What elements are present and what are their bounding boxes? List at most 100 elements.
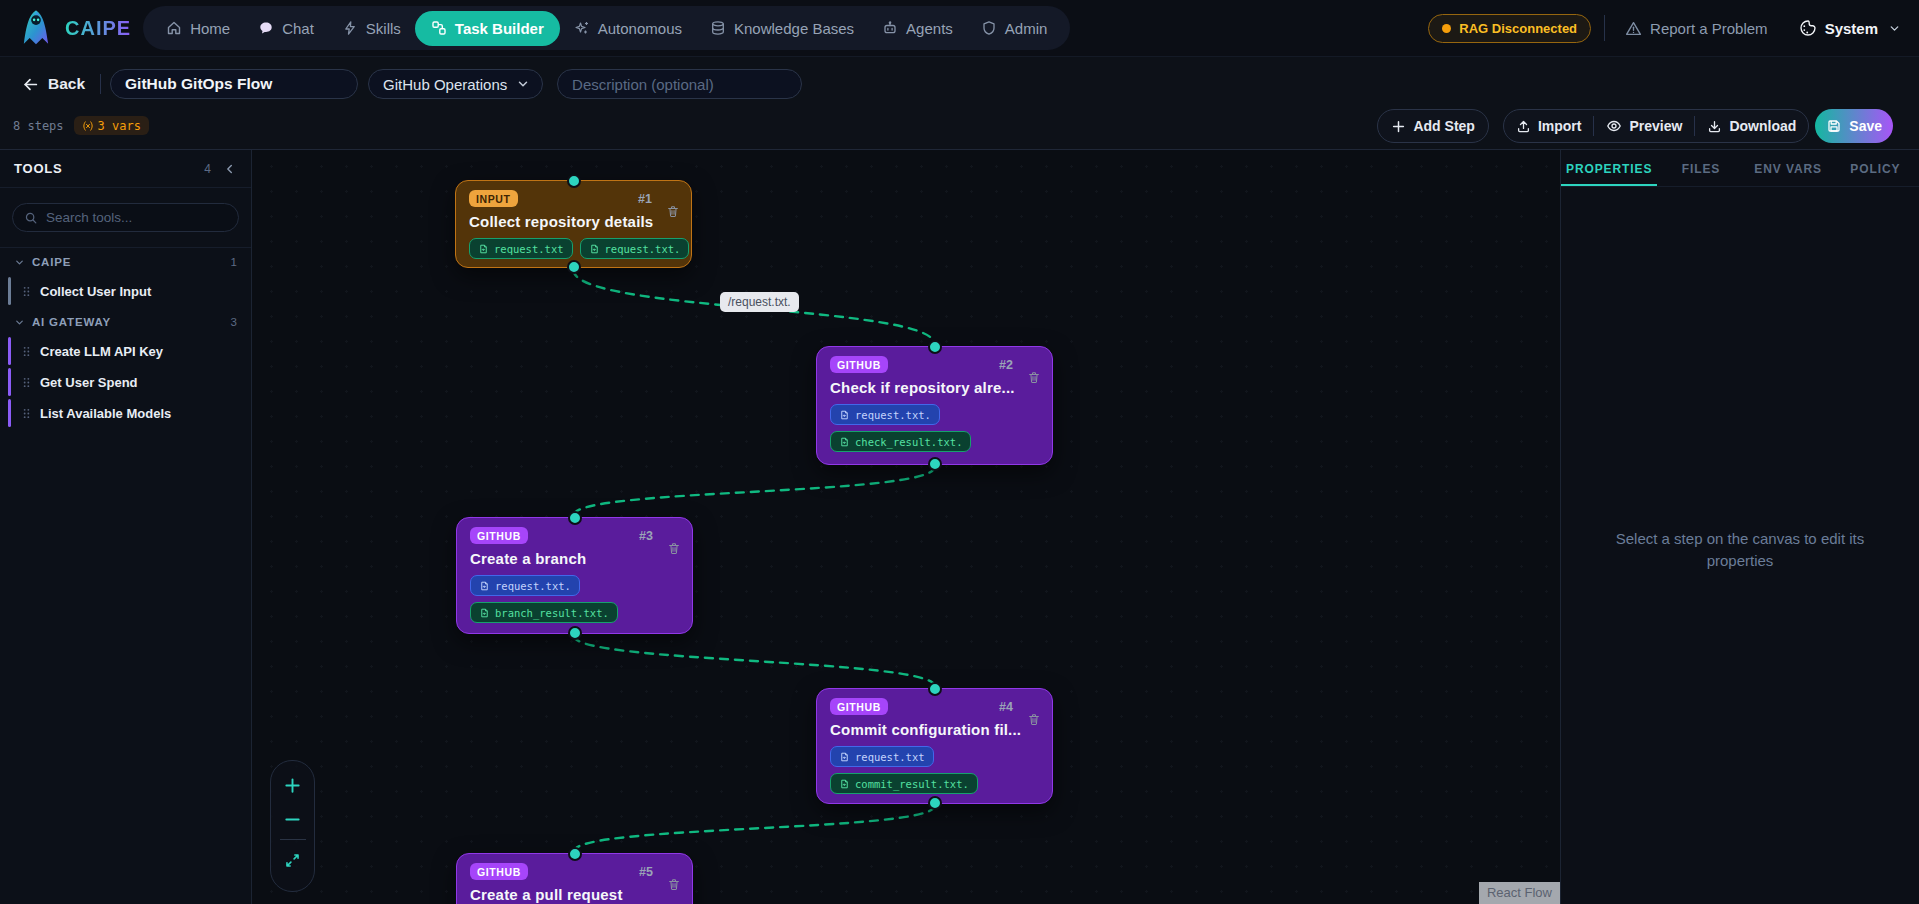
variable-icon (82, 120, 94, 132)
flow-node-4[interactable]: GITHUB #4 Commit configuration fil... re… (816, 688, 1053, 804)
eye-icon (1606, 118, 1622, 134)
download-icon (1707, 119, 1722, 134)
nav-item-autonomous[interactable]: Autonomous (560, 12, 696, 45)
caipe-logo-icon (18, 9, 54, 47)
delete-node-button[interactable] (667, 877, 681, 892)
file-icon (839, 751, 850, 763)
flow-file-actions: Import Preview Download (1503, 109, 1809, 143)
tab-env-vars[interactable]: ENV VARS (1745, 150, 1832, 186)
flow-canvas[interactable]: /request.txt. INPUT #1 Collect repositor… (252, 150, 1560, 904)
sparkles-icon (574, 20, 590, 36)
tools-sidebar: TOOLS 4 CAIPE 1 (0, 150, 252, 904)
trash-icon (667, 541, 681, 556)
delete-node-button[interactable] (1027, 370, 1041, 385)
trash-icon (1027, 370, 1041, 385)
save-icon (1826, 118, 1842, 134)
minus-icon (283, 810, 302, 829)
add-step-button[interactable]: Add Step (1377, 109, 1488, 143)
chevron-down-icon (1888, 22, 1901, 35)
node-id: #3 (639, 529, 653, 543)
tools-search-input[interactable] (46, 210, 227, 225)
main-nav: Home Chat Skills Task Builder Autonomous… (143, 6, 1070, 50)
node-type-badge: GITHUB (470, 863, 528, 880)
node-title: Create a pull request (470, 886, 679, 903)
node-id: #4 (999, 700, 1013, 714)
zoom-out-button[interactable] (276, 802, 310, 836)
drag-handle-icon (21, 376, 32, 389)
file-tag: request.txt (469, 238, 573, 259)
properties-panel: PROPERTIES FILES ENV VARS POLICY Select … (1560, 150, 1919, 904)
top-nav-right: RAG Disconnected Report a Problem System (1428, 14, 1901, 43)
preview-button[interactable]: Preview (1594, 109, 1694, 143)
flow-node-3[interactable]: GITHUB #3 Create a branch request.txt. b… (456, 517, 693, 634)
main-content: TOOLS 4 CAIPE 1 (0, 150, 1919, 904)
nav-item-task-builder[interactable]: Task Builder (415, 11, 560, 46)
tools-search[interactable] (12, 203, 239, 232)
save-button[interactable]: Save (1815, 109, 1893, 143)
trash-icon (1027, 712, 1041, 727)
node-id: #5 (639, 865, 653, 879)
flow-node-1[interactable]: INPUT #1 Collect repository details requ… (455, 180, 692, 268)
file-tag: request.txt (830, 746, 934, 767)
nav-item-home[interactable]: Home (152, 12, 244, 45)
tab-properties[interactable]: PROPERTIES (1561, 150, 1657, 186)
node-title: Collect repository details (469, 213, 678, 230)
chevron-down-icon (14, 317, 25, 328)
report-problem-button[interactable]: Report a Problem (1619, 16, 1774, 41)
arrow-left-icon (22, 76, 39, 93)
tools-panel-title: TOOLS (14, 161, 63, 176)
tool-item-get-user-spend[interactable]: Get User Spend (8, 368, 241, 396)
tool-group-header[interactable]: AI GATEWAY 3 (0, 310, 251, 334)
nav-item-knowledge-bases[interactable]: Knowledge Bases (696, 12, 868, 45)
delete-node-button[interactable] (1027, 712, 1041, 727)
tool-item-collect-user-input[interactable]: Collect User Input (8, 277, 241, 305)
nav-item-agents[interactable]: Agents (868, 12, 967, 45)
tool-item-list-available-models[interactable]: List Available Models (8, 399, 241, 427)
react-flow-attribution[interactable]: React Flow (1479, 882, 1560, 904)
nav-item-admin[interactable]: Admin (967, 12, 1062, 45)
brand-name: CAIPE (65, 17, 131, 40)
description-input[interactable] (557, 69, 802, 99)
vars-count-badge: 3 vars (74, 116, 149, 135)
file-icon (479, 607, 490, 619)
tab-policy[interactable]: POLICY (1832, 150, 1919, 186)
robot-icon (882, 20, 898, 36)
tool-group-header[interactable]: CAIPE 1 (0, 250, 251, 274)
shield-icon (981, 20, 997, 36)
file-icon (839, 409, 850, 421)
file-tag: branch_result.txt. (470, 602, 618, 623)
back-button[interactable]: Back (22, 75, 85, 93)
rag-status-badge[interactable]: RAG Disconnected (1428, 14, 1591, 43)
top-nav: CAIPE Home Chat Skills Task Builder Auto… (0, 0, 1919, 56)
category-select[interactable]: GitHub Operations (368, 69, 543, 99)
flow-node-5[interactable]: GITHUB #5 Create a pull request (456, 853, 693, 904)
brand[interactable]: CAIPE (18, 9, 131, 47)
file-tag: commit_result.txt. (830, 773, 978, 794)
theme-selector[interactable]: System (1799, 19, 1901, 37)
delete-node-button[interactable] (667, 541, 681, 556)
status-dot-icon (1442, 24, 1451, 33)
tool-item-create-llm-api-key[interactable]: Create LLM API Key (8, 337, 241, 365)
plus-icon (1391, 119, 1406, 134)
trash-icon (667, 877, 681, 892)
chat-icon (258, 20, 274, 36)
warning-triangle-icon (1625, 20, 1642, 37)
workflow-icon (431, 20, 447, 36)
fit-view-button[interactable] (276, 843, 310, 877)
download-button[interactable]: Download (1695, 109, 1808, 143)
chevron-down-icon (14, 257, 25, 268)
delete-node-button[interactable] (666, 204, 680, 219)
nav-item-skills[interactable]: Skills (328, 12, 415, 45)
file-icon (839, 436, 850, 448)
divider (280, 839, 306, 840)
flow-node-2[interactable]: GITHUB #2 Check if repository alre... re… (816, 346, 1053, 465)
tab-files[interactable]: FILES (1657, 150, 1744, 186)
palette-icon (1799, 19, 1817, 37)
nav-item-chat[interactable]: Chat (244, 12, 328, 45)
zoom-in-button[interactable] (276, 768, 310, 802)
tool-group-caipe: CAIPE 1 Collect User Input (0, 248, 251, 305)
collapse-sidebar-button[interactable] (223, 162, 237, 176)
import-button[interactable]: Import (1504, 109, 1594, 143)
node-title: Check if repository alre... (830, 379, 1039, 396)
flow-name-input[interactable] (110, 69, 358, 99)
